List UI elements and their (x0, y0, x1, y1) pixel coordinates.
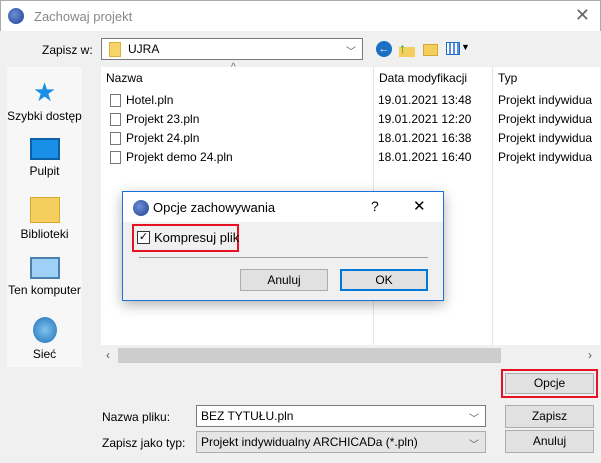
file-type: Projekt indywidua (498, 112, 593, 126)
scrollbar-thumb[interactable] (118, 348, 501, 363)
sidebar-item-desktop[interactable]: Pulpit (7, 138, 82, 178)
file-date: 18.01.2021 16:38 (378, 131, 472, 145)
new-folder-icon[interactable] (423, 44, 438, 56)
network-icon (32, 317, 57, 343)
sidebar-item-libraries[interactable]: Biblioteki (7, 197, 82, 241)
back-icon[interactable]: ← (376, 41, 392, 57)
dialog-close-icon[interactable]: ✕ (413, 197, 426, 215)
caret-down-icon[interactable]: ▼ (461, 42, 470, 52)
separator (139, 257, 428, 258)
close-icon[interactable]: ✕ (575, 5, 590, 26)
file-row[interactable]: Projekt demo 24.pln 18.01.2021 16:40 Proje… (101, 148, 600, 167)
sidebar-item-network[interactable]: Sieć (7, 317, 82, 361)
file-row[interactable]: Projekt 23.pln 19.01.2021 12:20 Projekt in… (101, 110, 600, 129)
compress-label[interactable]: Kompresuj plik (154, 230, 239, 245)
file-date: 19.01.2021 12:20 (378, 112, 472, 126)
file-name: Projekt 24.pln (126, 131, 200, 145)
places-sidebar: ★ Szybki dostęp Pulpit Biblioteki Ten kom… (7, 67, 82, 367)
sidebar-item-label: Sieć (32, 347, 57, 361)
location-value: UJRA (128, 42, 160, 56)
chevron-down-icon: ﹀ (469, 440, 479, 451)
archicad-logo-icon (8, 8, 24, 24)
column-header-name[interactable]: Nazwa (101, 67, 143, 89)
scroll-right-icon[interactable]: › (588, 348, 592, 362)
location-combo[interactable]: UJRA ﹀ (101, 38, 363, 60)
file-date: 18.01.2021 16:40 (378, 150, 472, 164)
computer-icon (29, 257, 60, 279)
help-icon[interactable]: ? (371, 198, 379, 214)
file-row[interactable]: Projekt 24.pln 18.01.2021 16:38 Projekt in… (101, 129, 600, 148)
sidebar-item-quick-access[interactable]: ★ Szybki dostęp (7, 79, 82, 123)
dialog-ok-button[interactable]: OK (340, 269, 428, 291)
pln-file-icon (110, 132, 121, 145)
chevron-down-icon: ﹀ (346, 47, 356, 58)
archicad-logo-icon (133, 200, 149, 216)
cancel-button[interactable]: Anuluj (505, 430, 594, 453)
file-type: Projekt indywidua (498, 150, 593, 164)
filename-input[interactable]: BEZ TYTUŁU.pln ﹀ (196, 405, 486, 427)
filename-label: Nazwa pliku: (102, 410, 171, 424)
column-header-type[interactable]: Typ (493, 67, 517, 89)
save-options-dialog: Opcje zachowywania ? ✕ ✓ Kompresuj plik … (122, 191, 444, 301)
pln-file-icon (110, 94, 121, 107)
desktop-icon (29, 138, 60, 160)
column-header-date[interactable]: Data modyfikacji (374, 67, 467, 89)
save-button[interactable]: Zapisz (505, 405, 594, 428)
star-icon: ★ (32, 77, 57, 107)
file-name: Hotel.pln (126, 93, 174, 107)
file-type: Projekt indywidua (498, 131, 593, 145)
sidebar-item-this-pc[interactable]: Ten komputer (7, 257, 82, 297)
chevron-down-icon[interactable]: ﹀ (469, 410, 479, 425)
sidebar-item-label: Ten komputer (8, 283, 81, 297)
title-bar: Zachowaj projekt ✕ (0, 0, 601, 31)
pln-file-icon (110, 151, 121, 164)
file-name: Projekt 23.pln (126, 112, 200, 126)
scroll-left-icon[interactable]: ‹ (106, 348, 110, 362)
filetype-label: Zapisz jako typ: (102, 436, 186, 450)
sidebar-item-label: Pulpit (29, 164, 60, 178)
view-menu-icon[interactable] (446, 42, 460, 55)
file-row[interactable]: Hotel.pln 19.01.2021 13:48 Projekt indywid… (101, 91, 600, 110)
window-title: Zachowaj projekt (34, 9, 133, 24)
filename-value: BEZ TYTUŁU.pln (201, 409, 294, 423)
sort-ascending-icon: ^ (231, 62, 236, 73)
folder-icon (109, 42, 121, 57)
up-folder-icon[interactable]: ↑ (399, 40, 415, 57)
sidebar-item-label: Biblioteki (20, 227, 69, 241)
compress-checkbox[interactable]: ✓ (137, 231, 150, 244)
filetype-select[interactable]: Projekt indywidualny ARCHICADa (*.pln) ﹀ (196, 431, 486, 453)
file-type: Projekt indywidua (498, 93, 593, 107)
sidebar-item-label: Szybki dostęp (7, 109, 82, 123)
file-date: 19.01.2021 13:48 (378, 93, 472, 107)
pln-file-icon (110, 113, 121, 126)
horizontal-scrollbar[interactable]: ‹ › (101, 345, 600, 366)
file-name: Projekt demo 24.pln (126, 150, 233, 164)
filetype-value: Projekt indywidualny ARCHICADa (*.pln) (201, 435, 418, 449)
libraries-icon (29, 197, 60, 223)
dialog-title-bar: Opcje zachowywania ? ✕ (123, 192, 443, 222)
dialog-cancel-button[interactable]: Anuluj (240, 269, 328, 291)
location-label: Zapisz w: (42, 43, 93, 57)
dialog-title: Opcje zachowywania (153, 200, 276, 215)
options-button[interactable]: Opcje (505, 373, 594, 394)
